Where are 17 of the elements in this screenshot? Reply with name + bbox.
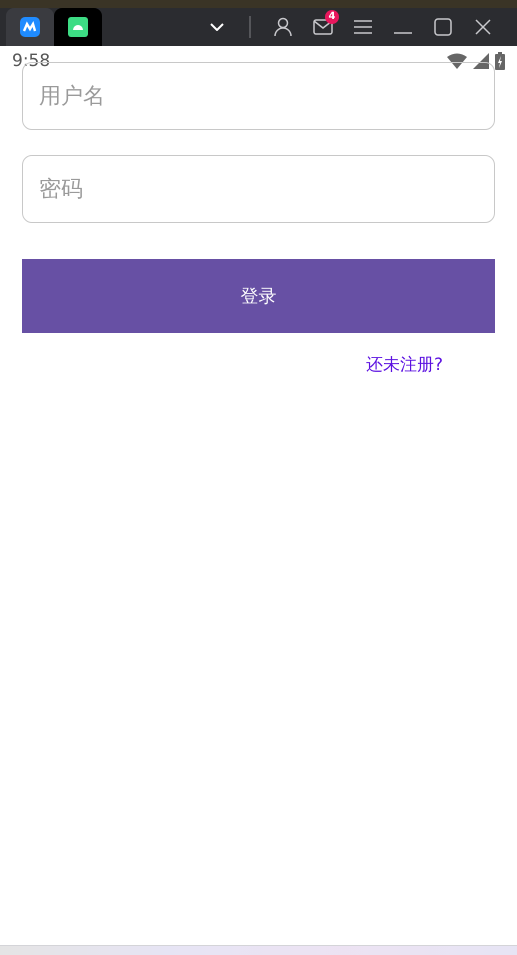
menu-icon[interactable] — [354, 19, 372, 35]
register-link[interactable]: 还未注册? — [366, 353, 443, 376]
window-tab[interactable] — [6, 8, 54, 46]
password-field[interactable]: 密码 — [22, 155, 495, 223]
android-icon — [68, 17, 88, 37]
app-logo-icon — [20, 17, 40, 37]
notification-badge: 4 — [325, 10, 339, 24]
user-icon[interactable] — [273, 17, 293, 37]
window-tab[interactable] — [54, 8, 102, 46]
chevron-down-icon[interactable] — [210, 23, 224, 31]
maximize-icon[interactable] — [434, 18, 452, 36]
battery-icon — [495, 52, 505, 70]
close-icon[interactable] — [475, 19, 491, 35]
wifi-icon — [447, 53, 467, 69]
login-button[interactable]: 登录 — [22, 259, 495, 333]
signal-icon — [473, 53, 489, 69]
mail-icon[interactable] — [313, 19, 333, 35]
